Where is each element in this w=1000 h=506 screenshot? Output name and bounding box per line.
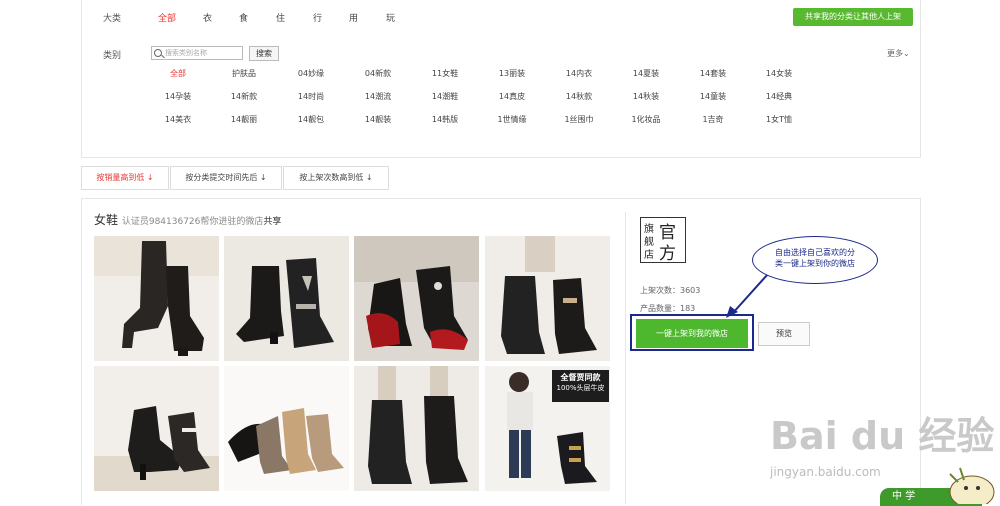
- promo-badge: 全督贾同款 100%头层牛皮: [552, 370, 609, 402]
- category-tag[interactable]: 14女装: [749, 68, 809, 79]
- main-category-clothing[interactable]: 衣: [203, 11, 212, 24]
- category-tag[interactable]: 14美衣: [148, 114, 208, 125]
- category-tag[interactable]: 11女鞋: [415, 68, 475, 79]
- category-tag[interactable]: 1化妆品: [616, 114, 676, 125]
- category-tag[interactable]: 14韩版: [415, 114, 475, 125]
- category-tag[interactable]: 14经典: [749, 91, 809, 102]
- category-tag[interactable]: 14童装: [683, 91, 743, 102]
- category-search-input[interactable]: 搜索类别名称: [151, 46, 243, 60]
- category-tag[interactable]: 护肤品: [214, 68, 274, 79]
- product-image[interactable]: [224, 236, 349, 361]
- category-tag[interactable]: 04新款: [348, 68, 408, 79]
- sort-by-list-count[interactable]: 按上架次数高到低 ↓: [283, 166, 389, 190]
- more-link[interactable]: 更多⌄: [887, 48, 910, 59]
- category-tag[interactable]: 1吉奇: [683, 114, 743, 125]
- product-image[interactable]: [94, 366, 219, 491]
- arrow-down-icon: ↓: [365, 173, 373, 182]
- arrow-down-icon: ↓: [146, 173, 154, 182]
- main-category-travel[interactable]: 行: [313, 11, 322, 24]
- shop-title: 女鞋 认证员984136726帮你进驻的微店共享: [94, 213, 282, 227]
- category-tag[interactable]: 14新款: [214, 91, 274, 102]
- category-tag[interactable]: 14潮流: [348, 91, 408, 102]
- main-category-housing[interactable]: 住: [276, 11, 285, 24]
- category-tag[interactable]: 14孕装: [148, 91, 208, 102]
- annotation-callout: 自由选择自己喜欢的分 类一键上架到你的微店: [752, 236, 878, 284]
- category-tag[interactable]: 全部: [148, 68, 208, 79]
- category-tag[interactable]: 14真皮: [482, 91, 542, 102]
- share-link[interactable]: 共享: [263, 217, 281, 227]
- main-category-label: 大类: [103, 14, 122, 24]
- product-image[interactable]: [354, 236, 479, 361]
- search-placeholder: 搜索类别名称: [165, 49, 207, 57]
- search-button[interactable]: 搜索: [249, 46, 279, 61]
- baidu-watermark: Bai du 经验: [770, 414, 995, 458]
- category-tag[interactable]: 14套装: [683, 68, 743, 79]
- category-tag[interactable]: 04妙缘: [281, 68, 341, 79]
- category-tag[interactable]: 13丽装: [482, 68, 542, 79]
- category-tag[interactable]: 14内衣: [549, 68, 609, 79]
- search-icon: [154, 49, 162, 57]
- share-category-button[interactable]: 共享我的分类让其他人上架: [793, 8, 913, 26]
- main-category-food[interactable]: 食: [239, 11, 248, 24]
- chevron-down-icon: ⌄: [903, 49, 910, 58]
- product-image[interactable]: [485, 236, 610, 361]
- category-tag[interactable]: 14靓装: [348, 114, 408, 125]
- category-tag[interactable]: 14潮鞋: [415, 91, 475, 102]
- product-image[interactable]: [224, 366, 349, 491]
- sort-by-submit-time[interactable]: 按分类提交时间先后 ↓: [170, 166, 282, 190]
- arrow-down-icon: ↓: [259, 173, 267, 182]
- baidu-watermark-url: jingyan.baidu.com: [770, 465, 881, 479]
- shop-subtitle: 认证员984136726帮你进驻的微店共享: [121, 217, 282, 227]
- sort-by-sales[interactable]: 按销量高到低 ↓: [81, 166, 169, 190]
- sub-category-label: 类别: [103, 51, 122, 61]
- preview-button[interactable]: 预览: [758, 322, 810, 346]
- category-tag[interactable]: 14秋装: [616, 91, 676, 102]
- category-tag[interactable]: 1女T恤: [749, 114, 809, 125]
- category-tag[interactable]: 14夏装: [616, 68, 676, 79]
- category-tag[interactable]: 1丝围巾: [549, 114, 609, 125]
- category-tag[interactable]: 14时尚: [281, 91, 341, 102]
- list-count: 上架次数：3603: [640, 286, 701, 295]
- product-count: 产品数量：183: [640, 304, 696, 313]
- shop-logo: 旗 舰 店 官 方: [640, 217, 686, 264]
- divider: [625, 212, 626, 504]
- category-tag[interactable]: 14靓丽: [214, 114, 274, 125]
- category-tag[interactable]: 1世情缘: [482, 114, 542, 125]
- cartoon-mascot-icon: [949, 467, 995, 504]
- category-tag[interactable]: 14靓包: [281, 114, 341, 125]
- product-image[interactable]: [94, 236, 219, 361]
- main-category-all[interactable]: 全部: [158, 11, 176, 24]
- main-category-use[interactable]: 用: [349, 11, 358, 24]
- product-image[interactable]: [354, 366, 479, 491]
- category-tag[interactable]: 14秋款: [549, 91, 609, 102]
- main-category-play[interactable]: 玩: [386, 11, 395, 24]
